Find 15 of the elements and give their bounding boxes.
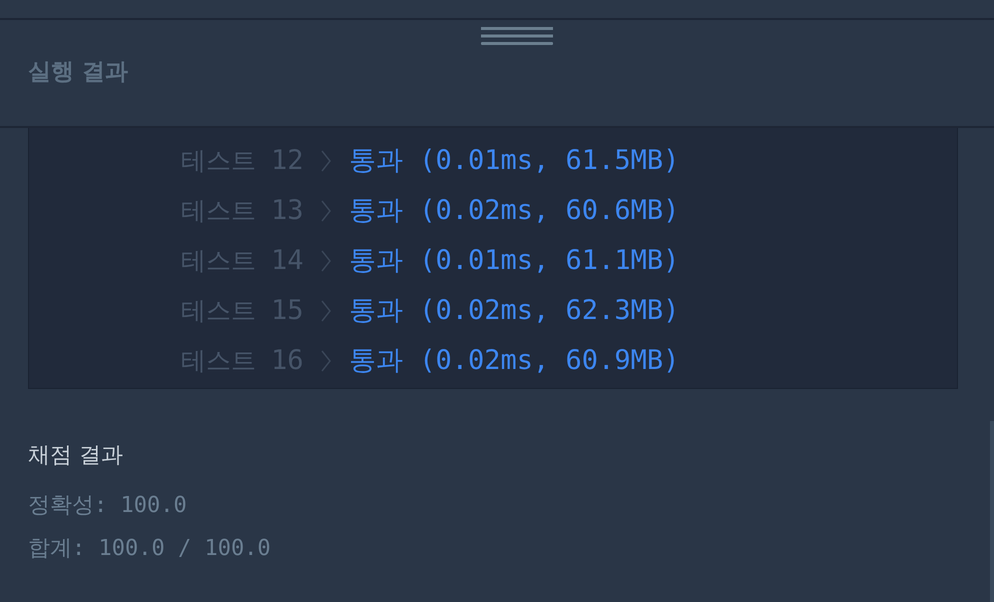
test-result: 통과 (0.02ms, 60.6MB): [349, 194, 680, 228]
test-result: 통과 (0.02ms, 62.3MB): [349, 294, 680, 328]
panel-title: 실행 결과: [28, 59, 128, 85]
chevron-right-icon: [321, 300, 331, 322]
chevron-right-icon: [321, 200, 331, 222]
chevron-right-icon: [321, 350, 331, 372]
test-result: 통과 (0.01ms, 61.5MB): [349, 144, 680, 178]
drag-handle-icon[interactable]: [481, 27, 553, 45]
score-line: 정확성: 100.0: [28, 492, 187, 520]
score-line: 합계: 100.0 / 100.0: [28, 535, 271, 563]
test-result: 통과 (0.01ms, 61.1MB): [349, 244, 680, 278]
test-result: 통과 (0.02ms, 60.9MB): [349, 344, 680, 378]
chevron-right-icon: [321, 250, 331, 272]
grading-title: 채점 결과: [28, 442, 123, 470]
chevron-right-icon: [321, 150, 331, 172]
